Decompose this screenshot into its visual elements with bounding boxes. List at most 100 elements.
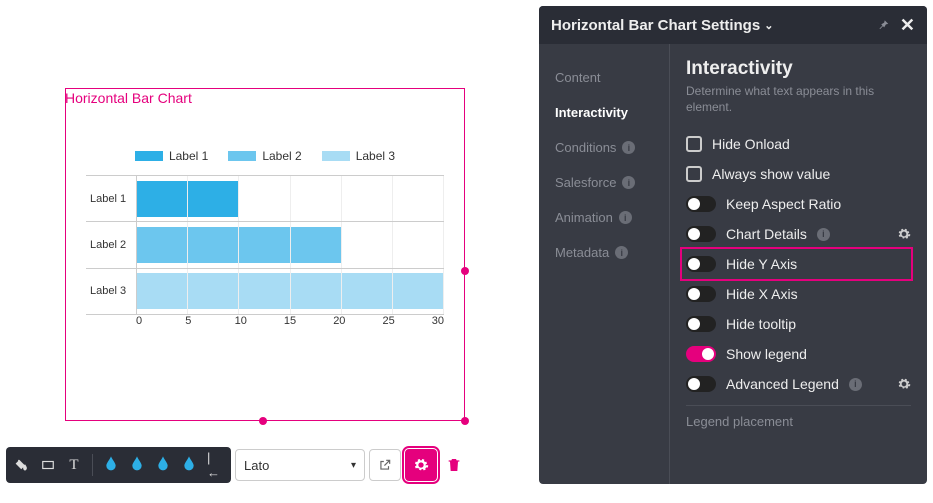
option-label: Hide Y Axis [726,256,797,272]
toggle[interactable] [686,316,716,332]
x-tick: 30 [432,315,444,327]
option-label: Advanced Legend [726,376,839,392]
open-external-button[interactable] [369,449,401,481]
resize-handle-corner[interactable] [461,417,469,425]
x-tick: 5 [185,315,234,327]
chart-legend: Label 1 Label 2 Label 3 [86,149,444,163]
x-tick: 15 [284,315,333,327]
y-axis-label: Label 2 [86,239,136,251]
gear-icon[interactable] [897,227,911,241]
option-label: Hide tooltip [726,316,796,332]
option-advanced-legend[interactable]: Advanced Legend i [686,369,911,399]
checkbox-icon[interactable] [686,136,702,152]
settings-panel: Horizontal Bar Chart Settings ⌄ ✕ Conten… [539,6,927,484]
toolbar-separator [92,454,93,476]
resize-handle-bottom[interactable] [259,417,267,425]
legend-placement-label: Legend placement [686,405,911,429]
toggle[interactable] [686,256,716,272]
delete-button[interactable] [441,452,467,478]
info-icon: i [622,141,635,154]
section-title: Interactivity [686,58,911,80]
color-drop-4-icon[interactable] [181,454,197,477]
legend-item: Label 2 [228,149,301,163]
option-hide-x-axis[interactable]: Hide X Axis [686,279,911,309]
x-tick: 0 [136,315,185,327]
checkbox-icon[interactable] [686,166,702,182]
option-label: Show legend [726,346,807,362]
option-label: Chart Details [726,226,807,242]
toggle[interactable] [686,346,716,362]
close-icon[interactable]: ✕ [900,15,915,36]
chart-row: Label 2 [86,222,444,268]
panel-nav: Content Interactivity Conditions i Sales… [539,44,669,484]
info-icon: i [619,211,632,224]
legend-label: Label 1 [169,149,208,163]
spacing-icon[interactable]: |← [207,457,223,473]
x-axis: 0 5 10 15 20 25 30 [136,315,444,327]
resize-handle-right[interactable] [461,267,469,275]
y-axis-label: Label 1 [86,193,136,205]
option-chart-details[interactable]: Chart Details i [686,219,911,249]
option-label: Always show value [712,166,830,182]
bar [137,227,341,263]
legend-item: Label 1 [135,149,208,163]
option-hide-y-axis[interactable]: Hide Y Axis [682,249,911,279]
option-label: Keep Aspect Ratio [726,196,841,212]
chart-plot-area: Label 1 Label 2 Label 3 [86,175,444,315]
panel-content: Interactivity Determine what text appear… [669,44,927,484]
option-show-legend[interactable]: Show legend [686,339,911,369]
text-icon[interactable]: T [66,457,82,473]
font-family-select[interactable]: Lato ▾ [235,449,365,481]
option-label: Hide X Axis [726,286,798,302]
info-icon: i [817,228,830,241]
section-description: Determine what text appears in this elem… [686,84,911,115]
option-hide-tooltip[interactable]: Hide tooltip [686,309,911,339]
x-tick: 10 [235,315,284,327]
gear-icon[interactable] [897,377,911,391]
nav-item-animation[interactable]: Animation i [539,200,669,235]
border-icon[interactable] [40,457,56,473]
info-icon: i [622,176,635,189]
chart-canvas[interactable]: Label 1 Label 2 Label 3 Label 1 Label 2 [65,88,465,421]
legend-item: Label 3 [322,149,395,163]
toggle[interactable] [686,376,716,392]
chevron-down-icon: ⌄ [764,19,773,32]
option-label: Hide Onload [712,136,790,152]
x-tick: 20 [333,315,382,327]
color-drop-2-icon[interactable] [129,454,145,477]
chart-row: Label 1 [86,176,444,222]
panel-title[interactable]: Horizontal Bar Chart Settings ⌄ [551,17,876,34]
legend-swatch [322,151,350,161]
panel-header: Horizontal Bar Chart Settings ⌄ ✕ [539,6,927,44]
nav-item-interactivity[interactable]: Interactivity [539,95,669,130]
option-always-show-value[interactable]: Always show value [686,159,911,189]
chart-row: Label 3 [86,269,444,314]
chevron-down-icon: ▾ [351,460,356,471]
toggle[interactable] [686,286,716,302]
bar [137,181,239,217]
legend-swatch [135,151,163,161]
toolbar-group-dark: T |← [6,447,231,483]
fill-bucket-icon[interactable] [14,457,30,473]
nav-item-salesforce[interactable]: Salesforce i [539,165,669,200]
settings-button[interactable] [405,449,437,481]
pin-icon[interactable] [876,18,890,32]
font-family-value: Lato [244,458,269,473]
toggle[interactable] [686,226,716,242]
nav-item-metadata[interactable]: Metadata i [539,235,669,270]
nav-item-conditions[interactable]: Conditions i [539,130,669,165]
x-tick: 25 [382,315,431,327]
bar [137,273,444,309]
toggle[interactable] [686,196,716,212]
color-drop-1-icon[interactable] [103,454,119,477]
option-keep-aspect-ratio[interactable]: Keep Aspect Ratio [686,189,911,219]
info-icon: i [615,246,628,259]
option-hide-onload[interactable]: Hide Onload [686,129,911,159]
legend-label: Label 3 [356,149,395,163]
chart: Label 1 Label 2 Label 3 Label 1 Label 2 [86,149,444,327]
nav-item-content[interactable]: Content [539,60,669,95]
legend-swatch [228,151,256,161]
info-icon: i [849,378,862,391]
legend-label: Label 2 [262,149,301,163]
color-drop-3-icon[interactable] [155,454,171,477]
